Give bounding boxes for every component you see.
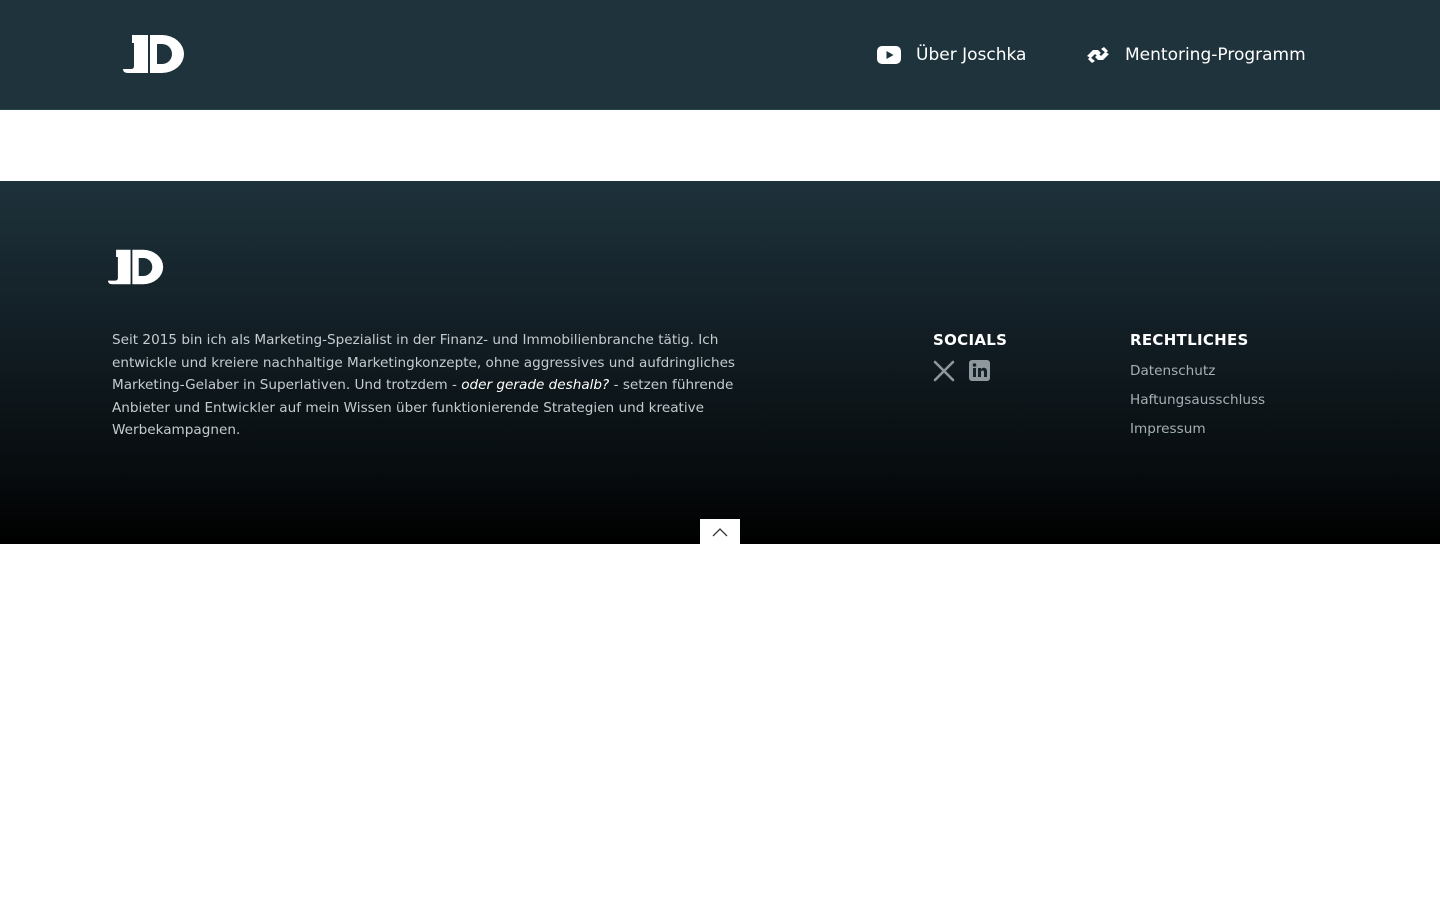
jd-logo-mark [107,249,164,285]
jd-logo-mark [123,35,184,73]
site-footer: Seit 2015 bin ich als Marketing-Speziali… [0,181,1440,544]
nav-item-ueber-joschka[interactable]: Über Joschka [877,0,1026,109]
about-text: Seit 2015 bin ich als Marketing-Speziali… [112,329,757,442]
legal-link-datenschutz[interactable]: Datenschutz [1130,363,1215,379]
chevron-up-icon [712,527,728,537]
footer-jd-logo[interactable] [107,248,165,290]
nav-label: Über Joschka [916,44,1027,65]
x-icon[interactable] [933,360,955,382]
back-to-top-button[interactable] [700,519,740,544]
jd-logo[interactable] [122,33,186,79]
legal-heading: RECHTLICHES [1130,331,1249,349]
linkedin-icon[interactable] [969,360,991,382]
youtube-icon [877,45,901,64]
about-text-emphasis: oder gerade deshalb? [461,377,610,393]
nav-item-mentoring-programm[interactable]: Mentoring-Programm [1086,0,1306,109]
legal-link-impressum[interactable]: Impressum [1130,421,1206,437]
site-header: Über Joschka Mentoring-Programm [0,0,1440,110]
handshake-icon [1086,45,1110,65]
nav-label: Mentoring-Programm [1125,44,1306,65]
socials-heading: SOCIALS [933,331,1008,349]
legal-link-haftungsausschluss[interactable]: Haftungsausschluss [1130,392,1265,408]
